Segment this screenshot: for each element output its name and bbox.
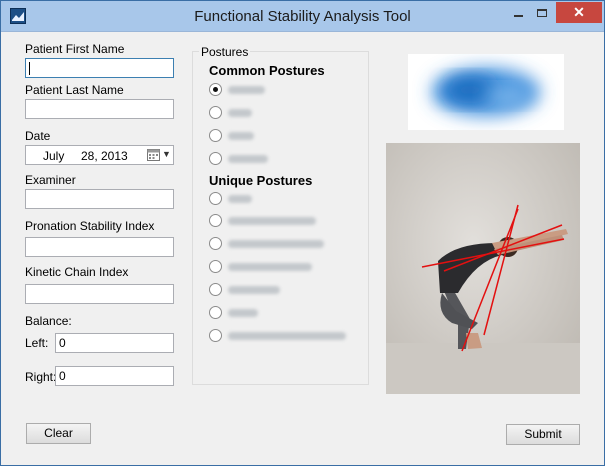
unique-posture-label-3 bbox=[228, 240, 324, 248]
chevron-down-icon[interactable]: ▼ bbox=[162, 149, 171, 159]
last-name-field[interactable] bbox=[25, 99, 174, 119]
balance-label: Balance: bbox=[25, 314, 72, 328]
text-caret bbox=[29, 62, 30, 76]
balance-right-label: Right: bbox=[25, 370, 57, 384]
common-posture-label-2 bbox=[228, 109, 252, 117]
kinetic-chain-field[interactable] bbox=[25, 284, 174, 304]
unique-posture-label-5 bbox=[228, 286, 280, 294]
unique-posture-label-7 bbox=[228, 332, 346, 340]
common-posture-label-4 bbox=[228, 155, 268, 163]
date-day: 28, bbox=[81, 149, 98, 163]
postures-group-title: Postures bbox=[199, 45, 251, 59]
minimize-icon bbox=[513, 14, 523, 17]
pronation-field[interactable] bbox=[25, 237, 174, 257]
date-month: July bbox=[43, 149, 65, 163]
common-posture-radio-3[interactable] bbox=[209, 129, 222, 142]
blurred-logo bbox=[408, 54, 564, 130]
title-bar: Functional Stability Analysis Tool ✕ bbox=[1, 1, 604, 32]
common-posture-radio-4[interactable] bbox=[209, 152, 222, 165]
unique-posture-radio-3[interactable] bbox=[209, 237, 222, 250]
close-button[interactable]: ✕ bbox=[556, 2, 602, 23]
common-posture-radio-1[interactable] bbox=[209, 83, 222, 96]
common-posture-radio-2[interactable] bbox=[209, 106, 222, 119]
unique-posture-label-6 bbox=[228, 309, 258, 317]
unique-posture-label-1 bbox=[228, 195, 252, 203]
unique-posture-radio-1[interactable] bbox=[209, 192, 222, 205]
unique-posture-radio-4[interactable] bbox=[209, 260, 222, 273]
examiner-label: Examiner bbox=[25, 173, 76, 187]
unique-posture-radio-5[interactable] bbox=[209, 283, 222, 296]
date-picker[interactable]: July 28, 2013 ▼ bbox=[25, 145, 174, 165]
calendar-icon[interactable] bbox=[147, 149, 160, 161]
close-icon: ✕ bbox=[573, 4, 585, 20]
unique-posture-radio-2[interactable] bbox=[209, 214, 222, 227]
balance-left-field[interactable]: 0 bbox=[55, 333, 174, 353]
pronation-label: Pronation Stability Index bbox=[25, 219, 155, 233]
clear-button[interactable]: Clear bbox=[26, 423, 91, 444]
unique-posture-label-4 bbox=[228, 263, 312, 271]
date-label: Date bbox=[25, 129, 51, 143]
posture-photo bbox=[386, 143, 580, 394]
balance-right-field[interactable]: 0 bbox=[55, 366, 174, 386]
form-area: Patient First Name Patient Last Name Dat… bbox=[1, 32, 604, 465]
unique-posture-label-2 bbox=[228, 217, 316, 225]
last-name-label: Patient Last Name bbox=[25, 83, 124, 97]
date-year: 2013 bbox=[101, 149, 128, 163]
unique-posture-radio-7[interactable] bbox=[209, 329, 222, 342]
examiner-field[interactable] bbox=[25, 189, 174, 209]
maximize-button[interactable] bbox=[529, 2, 555, 23]
unique-posture-radio-6[interactable] bbox=[209, 306, 222, 319]
kinetic-chain-label: Kinetic Chain Index bbox=[25, 265, 129, 279]
first-name-label: Patient First Name bbox=[25, 42, 125, 56]
maximize-icon bbox=[537, 8, 547, 17]
submit-button[interactable]: Submit bbox=[506, 424, 580, 445]
common-postures-heading: Common Postures bbox=[209, 63, 325, 78]
common-posture-label-3 bbox=[228, 132, 254, 140]
unique-postures-heading: Unique Postures bbox=[209, 173, 313, 188]
minimize-button[interactable] bbox=[505, 2, 531, 23]
first-name-field[interactable] bbox=[25, 58, 174, 78]
common-posture-label-1 bbox=[228, 86, 265, 94]
balance-left-label: Left: bbox=[25, 336, 49, 350]
main-window: Functional Stability Analysis Tool ✕ Pat… bbox=[0, 0, 605, 466]
